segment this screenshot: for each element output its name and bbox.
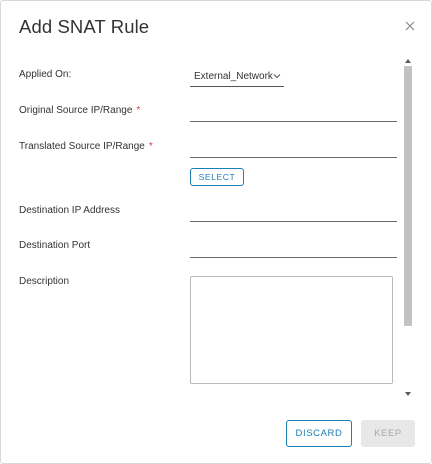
scroll-down-arrow-icon[interactable]: [404, 390, 412, 398]
add-snat-rule-dialog: Add SNAT Rule Applied On: External_Netwo…: [0, 0, 432, 464]
scroll-up-arrow-icon[interactable]: [404, 57, 412, 65]
applied-on-value: External_Network: [194, 71, 273, 82]
destination-ip-label: Destination IP Address: [19, 205, 120, 216]
original-source-label-text: Original Source IP/Range: [19, 105, 133, 116]
translated-source-label: Translated Source IP/Range *: [19, 141, 153, 152]
destination-ip-input[interactable]: [190, 203, 397, 222]
form-area: Applied On: External_Network Original So…: [1, 53, 401, 399]
translated-source-label-text: Translated Source IP/Range: [19, 141, 145, 152]
applied-on-label: Applied On:: [19, 69, 71, 80]
required-mark: *: [148, 141, 153, 152]
description-textarea[interactable]: [190, 276, 393, 384]
required-mark: *: [136, 105, 141, 116]
destination-port-label: Destination Port: [19, 240, 90, 251]
dialog-title: Add SNAT Rule: [19, 16, 150, 37]
description-label-text: Description: [19, 276, 70, 287]
original-source-label: Original Source IP/Range *: [19, 105, 140, 116]
keep-button[interactable]: KEEP: [361, 420, 415, 447]
original-source-input[interactable]: [190, 103, 397, 122]
discard-button[interactable]: DISCARD: [286, 420, 352, 447]
applied-on-select[interactable]: External_Network: [190, 69, 284, 87]
chevron-down-icon: [273, 74, 281, 79]
select-button[interactable]: SELECT: [190, 168, 244, 186]
applied-on-label-text: Applied On:: [19, 69, 72, 80]
close-icon[interactable]: [403, 19, 417, 33]
destination-port-label-text: Destination Port: [19, 240, 91, 251]
destination-port-input[interactable]: [190, 239, 397, 258]
description-label: Description: [19, 276, 69, 287]
form-scrollbar[interactable]: [402, 53, 414, 399]
translated-source-input[interactable]: [190, 139, 397, 158]
scroll-thumb[interactable]: [404, 66, 412, 326]
destination-ip-label-text: Destination IP Address: [19, 205, 120, 216]
